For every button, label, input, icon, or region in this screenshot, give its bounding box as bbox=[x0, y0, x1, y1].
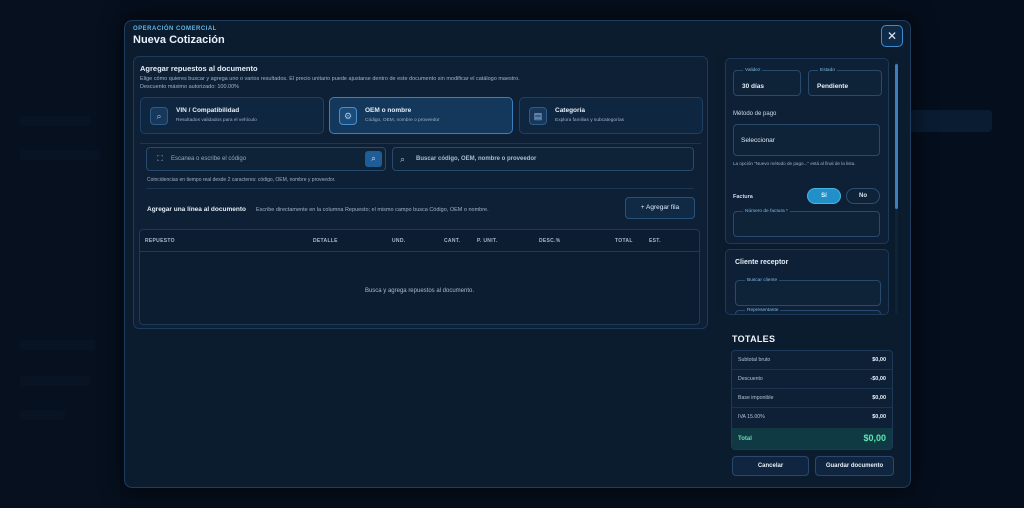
totals-row-label: IVA 15.00% bbox=[738, 414, 765, 420]
query-placeholder: Buscar código, OEM, nombre o proveedor bbox=[416, 156, 537, 162]
mode-oem[interactable]: ⚙ OEM o nombre Código, OEM, nombre o pro… bbox=[329, 97, 513, 134]
totals-section: TOTALES Subtotal bruto $0,00 Descuento -… bbox=[727, 324, 897, 451]
max-discount-note: Descuento máximo autorizado: 100.00% bbox=[140, 84, 240, 90]
mode-subtitle: Código, OEM, nombre o proveedor bbox=[365, 118, 440, 123]
add-line-title: Agregar una línea al documento bbox=[147, 206, 246, 213]
client-search-label: Buscar cliente bbox=[745, 278, 780, 283]
representative-label: Representante bbox=[745, 308, 781, 313]
mode-title: Categoría bbox=[555, 107, 585, 114]
column-header[interactable]: UND. bbox=[392, 238, 405, 244]
totals-row: Base imponible $0,00 bbox=[732, 389, 892, 408]
divider bbox=[146, 188, 694, 189]
modal-eyebrow: OPERACIÓN COMERCIAL bbox=[133, 26, 217, 32]
document-settings-card: Validez 30 días Estado Pendiente Método … bbox=[725, 58, 889, 244]
scan-input[interactable]: ⛶ Escanea o escribe el código ⌕ bbox=[146, 147, 386, 171]
cancel-button[interactable]: Cancelar bbox=[732, 456, 809, 476]
scan-search-button[interactable]: ⌕ bbox=[365, 151, 382, 167]
mode-subtitle: Resultados validados para el vehículo bbox=[176, 118, 257, 123]
totals-title: TOTALES bbox=[732, 334, 776, 344]
validity-field[interactable]: Validez 30 días bbox=[733, 68, 801, 96]
invoice-number-field[interactable]: Número de factura * bbox=[733, 209, 880, 237]
payment-label: Método de pago bbox=[733, 111, 777, 117]
add-line-description: Escribe directamente en la columna Repue… bbox=[256, 207, 489, 213]
parts-icon: ⚙ bbox=[339, 107, 357, 125]
totals-row-label: Subtotal bruto bbox=[738, 357, 771, 363]
scrollbar-thumb[interactable] bbox=[895, 64, 898, 209]
client-heading: Cliente receptor bbox=[735, 259, 789, 266]
mode-vin[interactable]: ⌕ VIN / Compatibilidad Resultados valida… bbox=[140, 97, 324, 134]
table-empty-message: Busca y agrega repuestos al documento. bbox=[364, 288, 475, 294]
validity-value: 30 días bbox=[742, 83, 765, 90]
column-header[interactable]: TOTAL bbox=[615, 238, 633, 244]
column-header[interactable]: P. UNIT. bbox=[477, 238, 497, 244]
column-header[interactable]: REPUESTO bbox=[145, 238, 175, 244]
mode-title: VIN / Compatibilidad bbox=[176, 107, 240, 114]
column-header[interactable]: EST. bbox=[649, 238, 661, 244]
grand-total-row: Total $0,00 bbox=[732, 428, 892, 449]
totals-row: Descuento -$0,00 bbox=[732, 370, 892, 389]
close-icon: ✕ bbox=[886, 29, 898, 43]
search-icon: ⌕ bbox=[400, 154, 406, 164]
grand-total-label: Total bbox=[738, 436, 752, 442]
invoice-number-label: Número de factura * bbox=[743, 209, 790, 214]
table-header: REPUESTO DETALLE UND. CANT. P. UNIT. DES… bbox=[140, 230, 699, 252]
description-line: Elige cómo quieres buscar y agrega uno o… bbox=[140, 76, 520, 82]
add-parts-heading: Agregar repuestos al documento bbox=[140, 64, 258, 73]
status-label: Estado bbox=[818, 68, 837, 73]
status-value: Pendiente bbox=[817, 83, 849, 90]
save-document-button[interactable]: Guardar documento bbox=[815, 456, 894, 476]
scan-placeholder: Escanea o escribe el código bbox=[171, 156, 247, 162]
totals-row: Subtotal bruto $0,00 bbox=[732, 351, 892, 370]
client-search-field[interactable]: Buscar cliente bbox=[735, 278, 881, 306]
totals-row-value: $0,00 bbox=[872, 395, 886, 401]
invoice-yes-toggle[interactable]: Sí bbox=[807, 188, 841, 204]
representative-field[interactable]: Representante bbox=[735, 308, 881, 314]
totals-row-value: -$0,00 bbox=[870, 376, 886, 382]
column-header[interactable]: DESC.% bbox=[539, 238, 561, 244]
invoice-label: Factura bbox=[733, 194, 753, 200]
parts-table: REPUESTO DETALLE UND. CANT. P. UNIT. DES… bbox=[139, 229, 700, 325]
column-header[interactable]: DETALLE bbox=[313, 238, 338, 244]
quote-modal: OPERACIÓN COMERCIAL Nueva Cotización ✕ A… bbox=[124, 20, 911, 488]
add-row-button[interactable]: + Agregar fila bbox=[625, 197, 695, 219]
search-hint: Coincidencias en tiempo real desde 2 car… bbox=[147, 177, 336, 183]
mode-category[interactable]: ▤ Categoría Explora familias y subcatego… bbox=[519, 97, 703, 134]
scan-icon: ⛶ bbox=[157, 154, 163, 163]
search-icon: ⌕ bbox=[371, 154, 376, 163]
close-button[interactable]: ✕ bbox=[881, 25, 903, 47]
payment-select[interactable]: Seleccionar bbox=[733, 124, 880, 156]
mode-title: OEM o nombre bbox=[365, 107, 412, 114]
payment-note: La opción "Nuevo método de pago..." está… bbox=[733, 161, 856, 166]
category-icon: ▤ bbox=[529, 107, 547, 125]
client-card: Cliente receptor Buscar cliente Represen… bbox=[725, 249, 889, 315]
validity-label: Validez bbox=[743, 68, 763, 73]
totals-row: IVA 15.00% $0,00 bbox=[732, 408, 892, 427]
invoice-no-toggle[interactable]: No bbox=[846, 188, 880, 204]
mode-subtitle: Explora familias y subcategorías bbox=[555, 118, 625, 123]
totals-row-value: $0,00 bbox=[872, 357, 886, 363]
totals-row-label: Descuento bbox=[738, 376, 763, 382]
add-parts-description: Elige cómo quieres buscar y agrega uno o… bbox=[140, 75, 610, 91]
modal-title: Nueva Cotización bbox=[133, 34, 225, 46]
status-field[interactable]: Estado Pendiente bbox=[808, 68, 882, 96]
grand-total-value: $0,00 bbox=[863, 433, 886, 443]
column-header[interactable]: CANT. bbox=[444, 238, 460, 244]
search-icon: ⌕ bbox=[150, 107, 168, 125]
payment-value: Seleccionar bbox=[741, 137, 775, 144]
totals-row-value: $0,00 bbox=[872, 414, 886, 420]
query-input[interactable]: ⌕ Buscar código, OEM, nombre o proveedor bbox=[392, 147, 694, 171]
totals-row-label: Base imponible bbox=[738, 395, 774, 401]
totals-box: Subtotal bruto $0,00 Descuento -$0,00 Ba… bbox=[731, 350, 893, 450]
